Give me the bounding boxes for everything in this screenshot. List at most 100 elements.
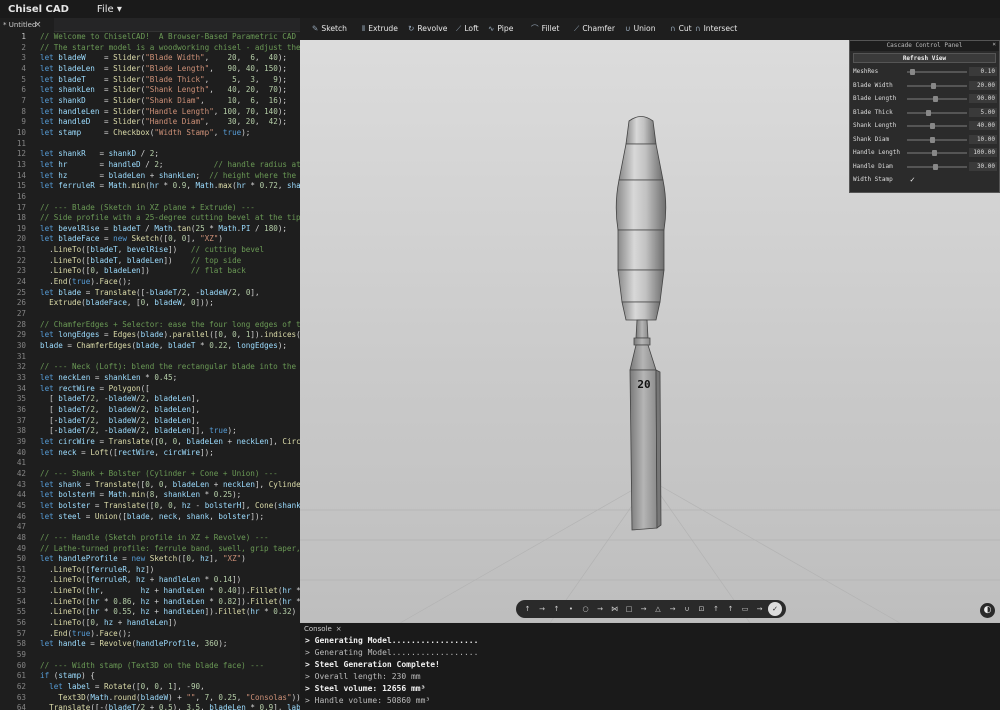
param-slider[interactable]	[907, 123, 967, 129]
param-slider[interactable]	[907, 163, 967, 170]
rect-icon[interactable]: ▭	[740, 603, 751, 615]
confirm-icon[interactable]: ✓	[768, 602, 782, 616]
code-line[interactable]: .LineTo([0, hz + handleLen])	[40, 618, 300, 629]
code-line[interactable]: let shankR = shankD / 2;	[40, 149, 300, 160]
code-line[interactable]: .LineTo([hr * 0.55, hz + handleLen]).Fil…	[40, 607, 300, 618]
tool-revolve[interactable]: ↻ Revolve	[408, 23, 447, 35]
code-line[interactable]: let steel = Union([blade, neck, shank, b…	[40, 512, 300, 523]
code-line[interactable]: // --- Neck (Loft): blend the rectangula…	[40, 362, 300, 373]
code-line[interactable]: let bolsterH = Math.min(8, shankLen * 0.…	[40, 490, 300, 501]
slider-handle[interactable]	[933, 96, 939, 102]
tool-chamfer[interactable]: ⟋ Chamfer	[574, 23, 615, 35]
code-line[interactable]: let handleLen = Slider("Handle Length", …	[40, 107, 300, 118]
code-line[interactable]: if (stamp) {	[40, 671, 300, 682]
move-up2-icon[interactable]: ↑	[551, 603, 562, 615]
point-icon[interactable]: •	[566, 603, 577, 615]
code-line[interactable]	[40, 139, 300, 150]
arrow-icon[interactable]: →	[595, 603, 606, 615]
param-slider[interactable]	[907, 82, 967, 89]
code-line[interactable]: let bolster = Translate([0, 0, hz - bols…	[40, 501, 300, 512]
arrow2-icon[interactable]: →	[638, 603, 649, 615]
code-line[interactable]: let hz = bladeLen + shankLen; // height …	[40, 171, 300, 182]
code-line[interactable]: .End(true).Face();	[40, 629, 300, 640]
up2-icon[interactable]: ↑	[725, 603, 736, 615]
code-line[interactable]: .LineTo([0, bladeLen]) // flat back	[40, 266, 300, 277]
code-line[interactable]: let neckLen = shankLen * 0.45;	[40, 373, 300, 384]
param-value-input[interactable]: 30.00	[969, 161, 997, 171]
bowtie-icon[interactable]: ⋈	[609, 603, 620, 615]
code-line[interactable]: // --- Blade (Sketch in XZ plane + Extru…	[40, 203, 300, 214]
box-icon[interactable]: ⊡	[696, 603, 707, 615]
code-line[interactable]: [ bladeT/2, bladeW/2, bladeLen],	[40, 405, 300, 416]
tool-union[interactable]: ∪ Union	[625, 23, 656, 35]
code-line[interactable]: let rectWire = Polygon([	[40, 384, 300, 395]
union-icon[interactable]: ∪	[682, 603, 693, 615]
param-value-input[interactable]: 0.10	[969, 67, 997, 76]
tab-untitled[interactable]: * Untitled ×	[0, 18, 54, 32]
file-menu[interactable]: File ▾	[97, 4, 122, 15]
code-line[interactable]: let circWire = Translate([0, 0, bladeLen…	[40, 437, 300, 448]
code-line[interactable]: // Side profile with a 25-degree cutting…	[40, 213, 300, 224]
width-stamp-checkbox[interactable]: ✓	[910, 173, 915, 187]
code-line[interactable]	[40, 458, 300, 469]
code-line[interactable]: let shank = Translate([0, 0, bladeLen + …	[40, 480, 300, 491]
tool-intersect[interactable]: ∩ Intersect	[695, 23, 737, 35]
param-slider[interactable]	[907, 96, 967, 102]
param-value-input[interactable]: 90.00	[969, 94, 997, 103]
param-value-input[interactable]: 20.00	[969, 80, 997, 90]
code-line[interactable]: Text3D(Math.round(bladeW) + "", 7, 0.25,…	[40, 693, 300, 704]
code-line[interactable]: let handleD = Slider("Handle Diam", 30, …	[40, 117, 300, 128]
slider-handle[interactable]	[930, 136, 936, 143]
tool-sketch[interactable]: ✎ Sketch	[312, 23, 347, 35]
move-up-icon[interactable]: ↑	[522, 603, 533, 615]
code-area[interactable]: // Welcome to ChiselCAD! A Browser-Based…	[40, 32, 300, 710]
code-line[interactable]: // --- Handle (Sketch profile in XZ + Re…	[40, 533, 300, 544]
close-icon[interactable]: ×	[336, 625, 342, 633]
param-value-input[interactable]: 5.00	[969, 107, 997, 117]
slider-handle[interactable]	[931, 150, 937, 156]
code-line[interactable]	[40, 309, 300, 320]
code-line[interactable]: .End(true).Face();	[40, 277, 300, 288]
code-line[interactable]: let handle = Revolve(handleProfile, 360)…	[40, 639, 300, 650]
code-line[interactable]: let longEdges = Edges(blade).parallel([0…	[40, 330, 300, 341]
code-line[interactable]	[40, 192, 300, 203]
code-line[interactable]	[40, 352, 300, 363]
square-icon[interactable]: □	[624, 603, 635, 615]
move-right-icon[interactable]: →	[537, 603, 548, 615]
code-line[interactable]: // Lathe-turned profile: ferrule band, s…	[40, 544, 300, 555]
tool-extrude[interactable]: ⫴ Extrude	[362, 23, 398, 35]
code-line[interactable]: .LineTo([hr, hz + handleLen * 0.40]).Fil…	[40, 586, 300, 597]
code-line[interactable]: .LineTo([ferruleR, hz + handleLen * 0.14…	[40, 575, 300, 586]
code-line[interactable]: let bladeFace = new Sketch([0, 0], "XZ")	[40, 234, 300, 245]
circle-icon[interactable]: ○	[580, 603, 591, 615]
code-line[interactable]: // ChamferEdges + Selector: ease the fou…	[40, 320, 300, 331]
code-line[interactable]: // Welcome to ChiselCAD! A Browser-Based…	[40, 32, 300, 43]
code-line[interactable]	[40, 522, 300, 533]
param-value-input[interactable]: 100.00	[969, 148, 997, 157]
arrow3-icon[interactable]: →	[667, 603, 678, 615]
triangle-icon[interactable]: △	[653, 603, 664, 615]
code-line[interactable]: // --- Width stamp (Text3D on the blade …	[40, 661, 300, 672]
slider-handle[interactable]	[930, 82, 936, 89]
tool-fillet[interactable]: ⌒ Fillet	[531, 23, 559, 35]
slider-handle[interactable]	[926, 109, 932, 116]
code-line[interactable]: Translate([-(bladeT/2 + 0.5), 3.5, blade…	[40, 703, 300, 710]
code-line[interactable]: .LineTo([bladeT, bevelRise]) // cutting …	[40, 245, 300, 256]
param-value-input[interactable]: 10.00	[969, 134, 997, 144]
code-line[interactable]: [-bladeT/2, bladeW/2, bladeLen],	[40, 416, 300, 427]
code-line[interactable]: [-bladeT/2, -bladeW/2, bladeLen]], true)…	[40, 426, 300, 437]
code-line[interactable]: let bladeW = Slider("Blade Width", 20, 6…	[40, 53, 300, 64]
code-line[interactable]: let shankLen = Slider("Shank Length", 40…	[40, 85, 300, 96]
slider-handle[interactable]	[909, 69, 915, 75]
close-icon[interactable]: ×	[34, 18, 42, 32]
close-icon[interactable]: ×	[992, 41, 996, 48]
code-line[interactable]: let hr = handleD / 2; // handle radius a…	[40, 160, 300, 171]
code-line[interactable]: [ bladeT/2, -bladeW/2, bladeLen],	[40, 394, 300, 405]
code-line[interactable]: let bevelRise = bladeT / Math.tan(25 * M…	[40, 224, 300, 235]
code-line[interactable]: let stamp = Checkbox("Width Stamp", true…	[40, 128, 300, 139]
code-line[interactable]: blade = ChamferEdges(blade, bladeT * 0.2…	[40, 341, 300, 352]
code-line[interactable]: // --- Shank + Bolster (Cylinder + Cone …	[40, 469, 300, 480]
code-editor[interactable]: 1 2 3 4 5 6 7 8 9 10 11 12 13 14 15 16 17 18 19 20 21 22 23 24 2…	[0, 32, 300, 710]
code-line[interactable]: .LineTo([hr * 0.86, hz + handleLen * 0.8…	[40, 597, 300, 608]
refresh-view-button[interactable]: Refresh View	[853, 53, 996, 63]
